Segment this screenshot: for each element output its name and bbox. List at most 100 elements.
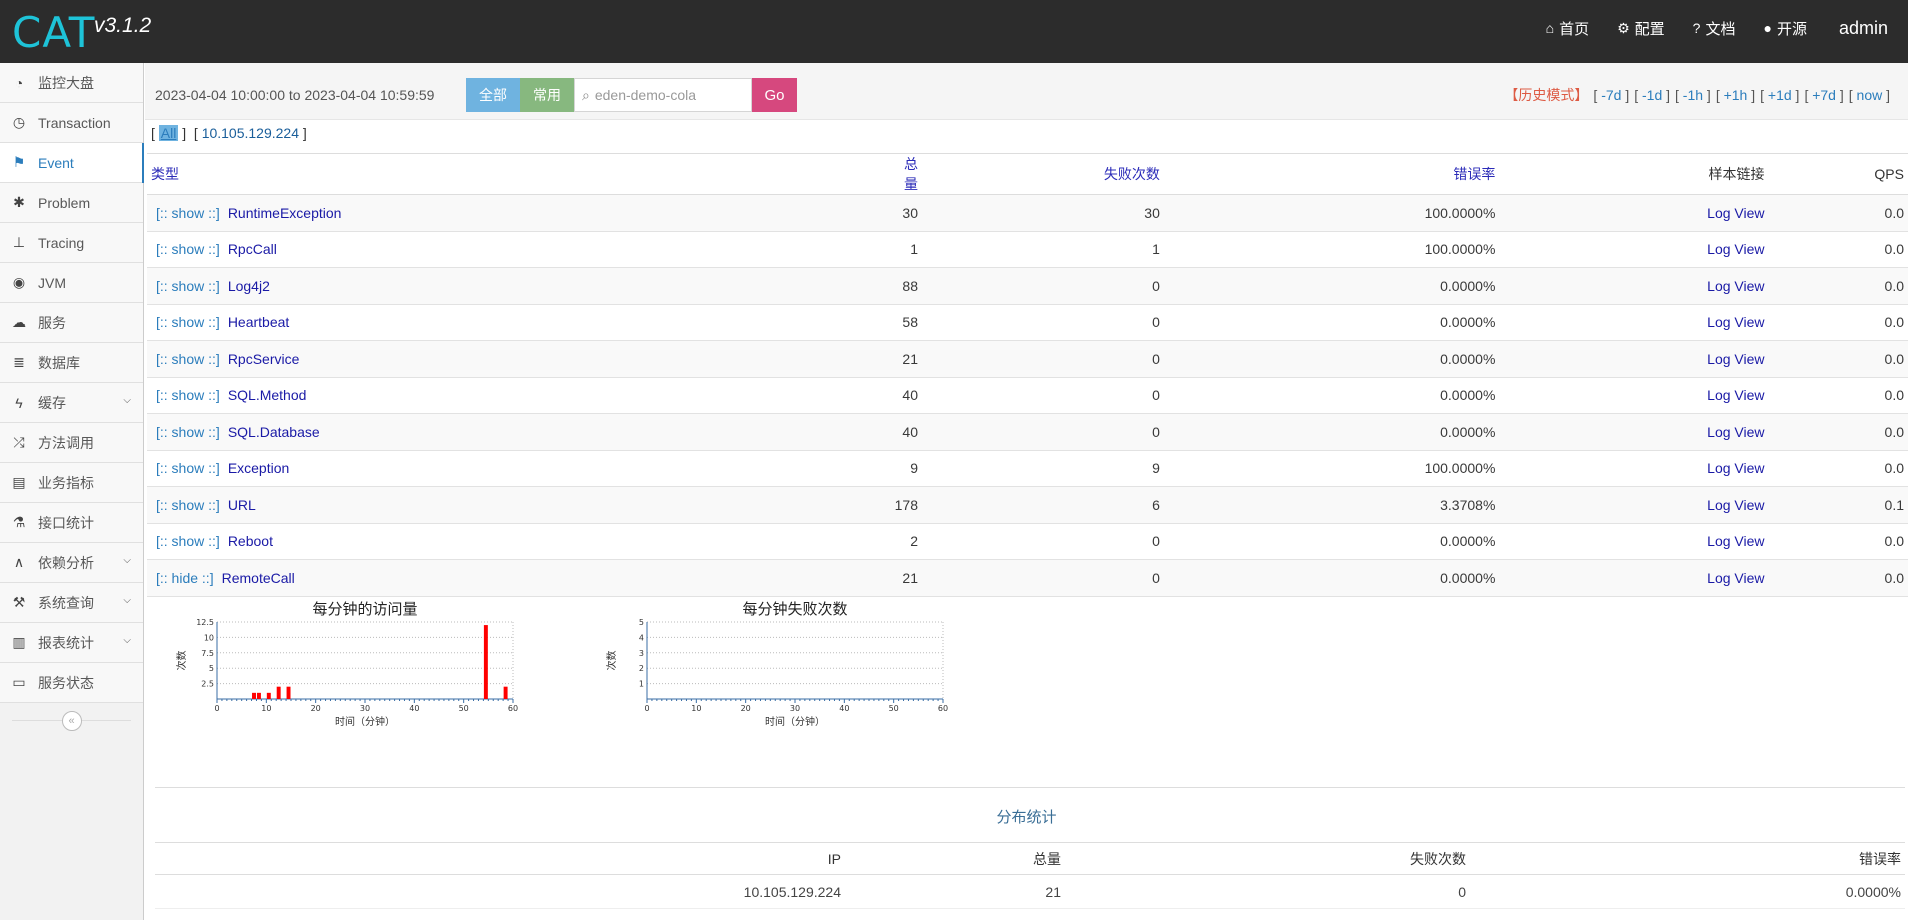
- log-view-link[interactable]: Log View: [1707, 205, 1764, 221]
- cat-logo[interactable]: CAT: [12, 6, 95, 56]
- history-link[interactable]: -7d: [1601, 87, 1621, 103]
- sidebar-item[interactable]: ⚗ 接口统计: [0, 503, 143, 543]
- sidebar-item[interactable]: ✱ Problem: [0, 183, 143, 223]
- nav-question-circle[interactable]: ? 文档: [1693, 18, 1736, 39]
- ip-filter-all[interactable]: All: [158, 125, 179, 141]
- col-fail[interactable]: 失败次数: [922, 153, 1164, 195]
- double-angle-left-icon[interactable]: «: [61, 711, 82, 731]
- col-ip[interactable]: IP: [155, 842, 845, 875]
- x-tick-label: 20: [311, 704, 321, 713]
- sidebar-item[interactable]: ▥ 报表统计 ⌵: [0, 623, 143, 663]
- cell-qps: 0.0: [1768, 523, 1908, 560]
- domain-search-input[interactable]: ⌕ eden-demo-cola: [574, 78, 752, 112]
- history-link[interactable]: -1d: [1642, 87, 1662, 103]
- cell-fail: 0: [922, 267, 1164, 305]
- chevron-down-icon: ⌵: [123, 595, 131, 606]
- common-button[interactable]: 常用: [520, 78, 574, 112]
- event-type-link[interactable]: RemoteCall: [222, 570, 295, 586]
- log-view-link[interactable]: Log View: [1707, 387, 1764, 403]
- sidebar-item[interactable]: ◷ Transaction: [0, 103, 143, 143]
- log-view-link[interactable]: Log View: [1707, 241, 1764, 257]
- sidebar-item[interactable]: ☁ 服务: [0, 303, 143, 343]
- log-view-link[interactable]: Log View: [1707, 497, 1764, 513]
- col-total[interactable]: 总量: [887, 153, 922, 195]
- event-type-link[interactable]: Reboot: [228, 533, 273, 549]
- nav-label: 开源: [1776, 20, 1807, 38]
- toggle-graph-link[interactable]: [:: show ::]: [156, 278, 220, 294]
- sidebar-item[interactable]: ∧ 依赖分析 ⌵: [0, 543, 143, 583]
- event-type-link[interactable]: RpcService: [228, 351, 300, 367]
- history-link[interactable]: +7d: [1812, 87, 1836, 103]
- divider: [155, 787, 1905, 788]
- cloud-icon: ☁: [12, 314, 26, 330]
- nav-gears[interactable]: ⚙ 配置: [1617, 18, 1665, 39]
- log-view-link[interactable]: Log View: [1707, 533, 1764, 549]
- toggle-graph-link[interactable]: [:: show ::]: [156, 460, 220, 476]
- log-view-link[interactable]: Log View: [1707, 351, 1764, 367]
- sidebar-item[interactable]: ⚒ 系统查询 ⌵: [0, 583, 143, 623]
- toggle-graph-link[interactable]: [:: show ::]: [156, 424, 220, 440]
- col-total[interactable]: 总量: [845, 842, 1065, 875]
- y-tick-label: 2: [639, 664, 644, 673]
- toggle-graph-link[interactable]: [:: show ::]: [156, 533, 220, 549]
- history-link[interactable]: +1h: [1724, 87, 1748, 103]
- toggle-graph-link[interactable]: [:: show ::]: [156, 351, 220, 367]
- col-qps[interactable]: QPS: [1768, 153, 1908, 195]
- col-error-rate[interactable]: 错误率: [1163, 153, 1500, 195]
- cell-total: 178: [887, 486, 922, 524]
- nav-home[interactable]: ⌂ 首页: [1546, 18, 1589, 39]
- log-view-link[interactable]: Log View: [1707, 424, 1764, 440]
- history-link[interactable]: -1h: [1683, 87, 1703, 103]
- table-row: [:: show ::] SQL.Database 40 0 0.0000% Log Vi…: [147, 413, 1908, 451]
- toggle-graph-link[interactable]: [:: show ::]: [156, 241, 220, 257]
- toggle-graph-link[interactable]: [:: show ::]: [156, 497, 220, 513]
- sidebar-item[interactable]: ≣ 数据库: [0, 343, 143, 383]
- history-link[interactable]: now: [1857, 87, 1883, 103]
- nav-github[interactable]: ● 开源: [1763, 18, 1806, 39]
- log-view-link[interactable]: Log View: [1707, 570, 1764, 586]
- sidebar-item[interactable]: ▭ 服务状态: [0, 663, 143, 703]
- log-view-link[interactable]: Log View: [1707, 460, 1764, 476]
- log-view-link[interactable]: Log View: [1707, 314, 1764, 330]
- sidebar-item-label: Transaction: [38, 114, 111, 131]
- event-type-link[interactable]: SQL.Database: [228, 424, 320, 440]
- sidebar-item[interactable]: ▤ 业务指标: [0, 463, 143, 503]
- log-view-link[interactable]: Log View: [1707, 278, 1764, 294]
- ip-filter-ip[interactable]: 10.105.129.224: [202, 125, 299, 141]
- toggle-graph-link[interactable]: [:: show ::]: [156, 314, 220, 330]
- history-link[interactable]: +1d: [1768, 87, 1792, 103]
- event-type-link[interactable]: Heartbeat: [228, 314, 289, 330]
- toggle-graph-link[interactable]: [:: show ::]: [156, 387, 220, 403]
- cell-sample: Log View: [1499, 194, 1769, 232]
- cell-type: [:: show ::] Exception: [147, 450, 888, 487]
- cell-rate: 0.0000%: [1163, 340, 1500, 378]
- col-rate[interactable]: 错误率: [1470, 842, 1905, 875]
- event-type-link[interactable]: URL: [228, 497, 256, 513]
- desktop-icon: ▭: [12, 674, 26, 690]
- sidebar-item-label: 数据库: [38, 354, 80, 371]
- cell-qps: 0.0: [1768, 450, 1908, 487]
- all-button[interactable]: 全部: [466, 78, 520, 112]
- sidebar-item[interactable]: ϟ 缓存 ⌵: [0, 383, 143, 423]
- sidebar-item[interactable]: ⊥ Tracing: [0, 223, 143, 263]
- col-fail[interactable]: 失败次数: [1065, 842, 1470, 875]
- go-button[interactable]: Go: [752, 78, 797, 112]
- col-type[interactable]: 类型: [147, 153, 888, 195]
- cell-fail: 0: [922, 523, 1164, 560]
- user-menu[interactable]: admin: [1839, 18, 1888, 39]
- toggle-graph-link[interactable]: [:: show ::]: [156, 205, 220, 221]
- sidebar-item[interactable]: ◉ JVM: [0, 263, 143, 303]
- event-type-link[interactable]: RpcCall: [228, 241, 277, 257]
- sidebar-item[interactable]: ⤮ 方法调用: [0, 423, 143, 463]
- list-alt-icon: ▤: [12, 474, 26, 490]
- toggle-graph-link[interactable]: [:: hide ::]: [156, 570, 214, 586]
- sidebar-item[interactable]: ⚑ Event: [0, 143, 144, 183]
- history-link-wrap: [ +1h ]: [1715, 87, 1756, 103]
- event-type-link[interactable]: Log4j2: [228, 278, 270, 294]
- event-type-link[interactable]: SQL.Method: [228, 387, 307, 403]
- event-type-link[interactable]: Exception: [228, 460, 289, 476]
- cell-type: [:: show ::] SQL.Method: [147, 377, 888, 414]
- chevron-down-icon: ⌵: [123, 635, 131, 646]
- event-type-link[interactable]: RuntimeException: [228, 205, 342, 221]
- sidebar-item[interactable]: ◔ 监控大盘: [0, 63, 143, 103]
